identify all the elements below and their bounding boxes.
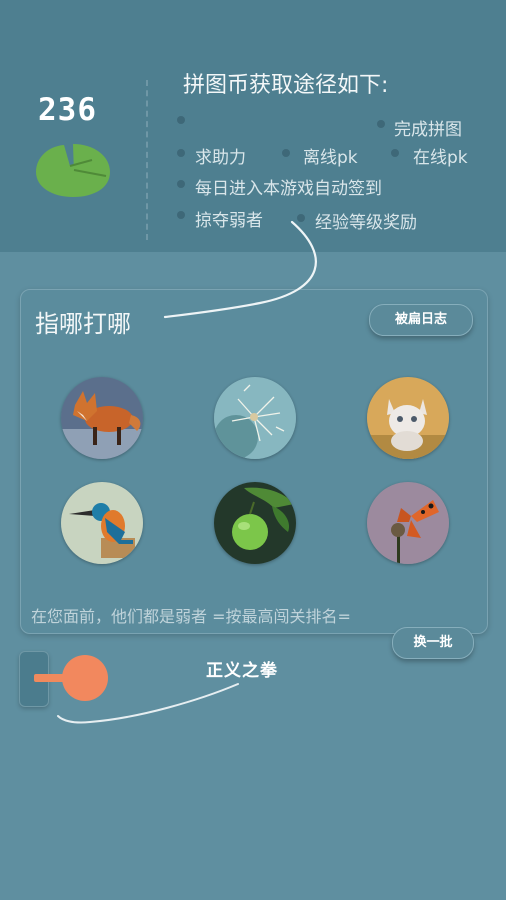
way-item-level-reward: 经验等级奖励 [315,213,417,233]
way-item-daily-checkin: 每日进入本游戏自动签到 [195,179,382,199]
way-item-ask-help: 求助力 [195,148,246,168]
punch-slider-knob[interactable] [62,655,108,701]
list-bullet [297,214,305,222]
opponent-avatar-apple[interactable] [214,482,296,564]
dandelion-avatar-icon [214,377,296,459]
kingfisher-avatar-icon [61,482,143,564]
list-bullet [377,120,385,128]
opponent-avatar-fox[interactable] [61,377,143,459]
opponent-panel [20,289,488,634]
butterfly-avatar-icon [367,482,449,564]
way-item-offline-pk: 离线pk [303,148,358,168]
justice-punch-label: 正义之拳 [206,661,278,681]
beaten-log-button[interactable]: 被扁日志 [369,304,473,336]
opponent-avatar-kitten[interactable] [367,377,449,459]
list-bullet [177,211,185,219]
way-item-complete-puzzle: 完成拼图 [394,120,462,140]
ways-title: 拼图币获取途径如下: [183,73,389,98]
list-bullet [177,149,185,157]
way-item-online-pk: 在线pk [413,148,468,168]
opponent-avatar-dandelion[interactable] [214,377,296,459]
coin-count: 236 [38,92,97,128]
header-divider [146,80,148,240]
opponent-avatar-butterfly[interactable] [367,482,449,564]
kitten-avatar-icon [367,377,449,459]
opponent-avatar-kingfisher[interactable] [61,482,143,564]
list-bullet [282,149,290,157]
list-bullet [177,180,185,188]
apple-avatar-icon [214,482,296,564]
way-item-plunder: 掠夺弱者 [195,211,263,231]
lily-pad-icon [36,144,110,197]
fox-avatar-icon [61,377,143,459]
list-bullet [177,116,185,124]
panel-title: 指哪打哪 [35,310,131,338]
refresh-opponents-button[interactable]: 换一批 [392,627,474,659]
panel-footer-text: 在您面前，他们都是弱者 =按最高闯关排名= [31,607,351,626]
list-bullet [391,149,399,157]
